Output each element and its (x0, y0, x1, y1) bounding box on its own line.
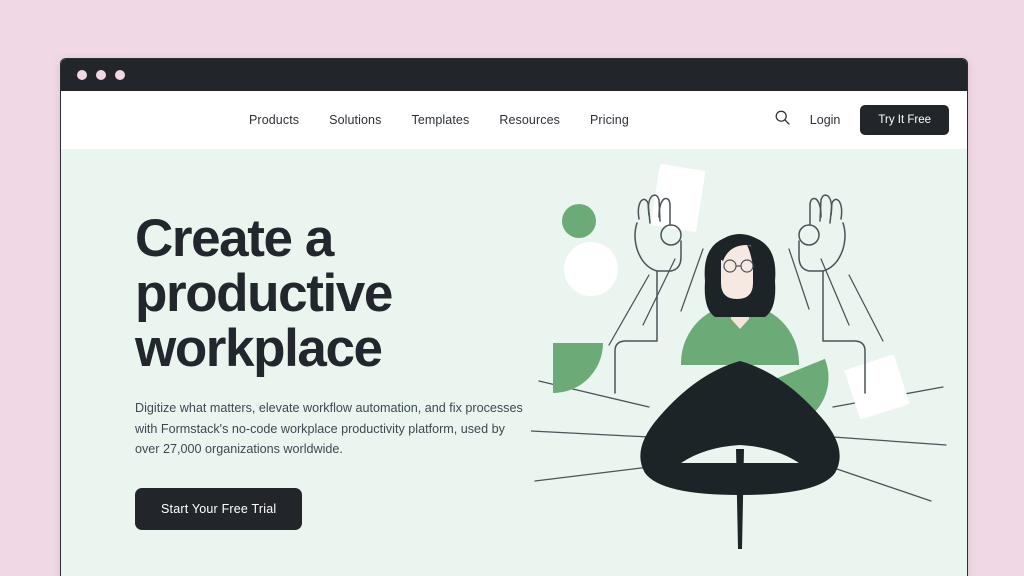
nav-item-pricing[interactable]: Pricing (590, 113, 629, 127)
nav-actions-group: Login Try It Free (775, 105, 949, 135)
browser-window: Products Solutions Templates Resources P… (60, 58, 968, 576)
nav-item-templates[interactable]: Templates (411, 113, 469, 127)
right-hand-mudra (798, 194, 846, 272)
browser-title-bar (61, 59, 967, 91)
maximize-dot[interactable] (115, 70, 125, 80)
search-icon[interactable] (775, 110, 790, 130)
hero-section: Create a productive workplace Digitize w… (61, 149, 967, 576)
nav-item-resources[interactable]: Resources (499, 113, 560, 127)
nav-item-products[interactable]: Products (249, 113, 299, 127)
login-link[interactable]: Login (810, 113, 841, 127)
start-free-trial-button[interactable]: Start Your Free Trial (135, 487, 303, 530)
green-circle (562, 204, 596, 238)
hero-description: Digitize what matters, elevate workflow … (135, 401, 523, 457)
nav-item-solutions[interactable]: Solutions (329, 113, 381, 127)
hero-copy-block: Create a productive workplace Digitize w… (135, 211, 535, 530)
try-it-free-button[interactable]: Try It Free (860, 105, 949, 135)
nav-links-group: Products Solutions Templates Resources P… (249, 113, 629, 127)
minimize-dot[interactable] (96, 70, 106, 80)
green-quarter-arc (553, 343, 603, 393)
site-navigation-bar: Products Solutions Templates Resources P… (61, 91, 967, 149)
paper-shape-right (844, 354, 910, 420)
close-dot[interactable] (77, 70, 87, 80)
white-circle (564, 242, 618, 296)
page-title: Create a productive workplace (135, 209, 393, 379)
meditation-illustration (530, 149, 951, 576)
